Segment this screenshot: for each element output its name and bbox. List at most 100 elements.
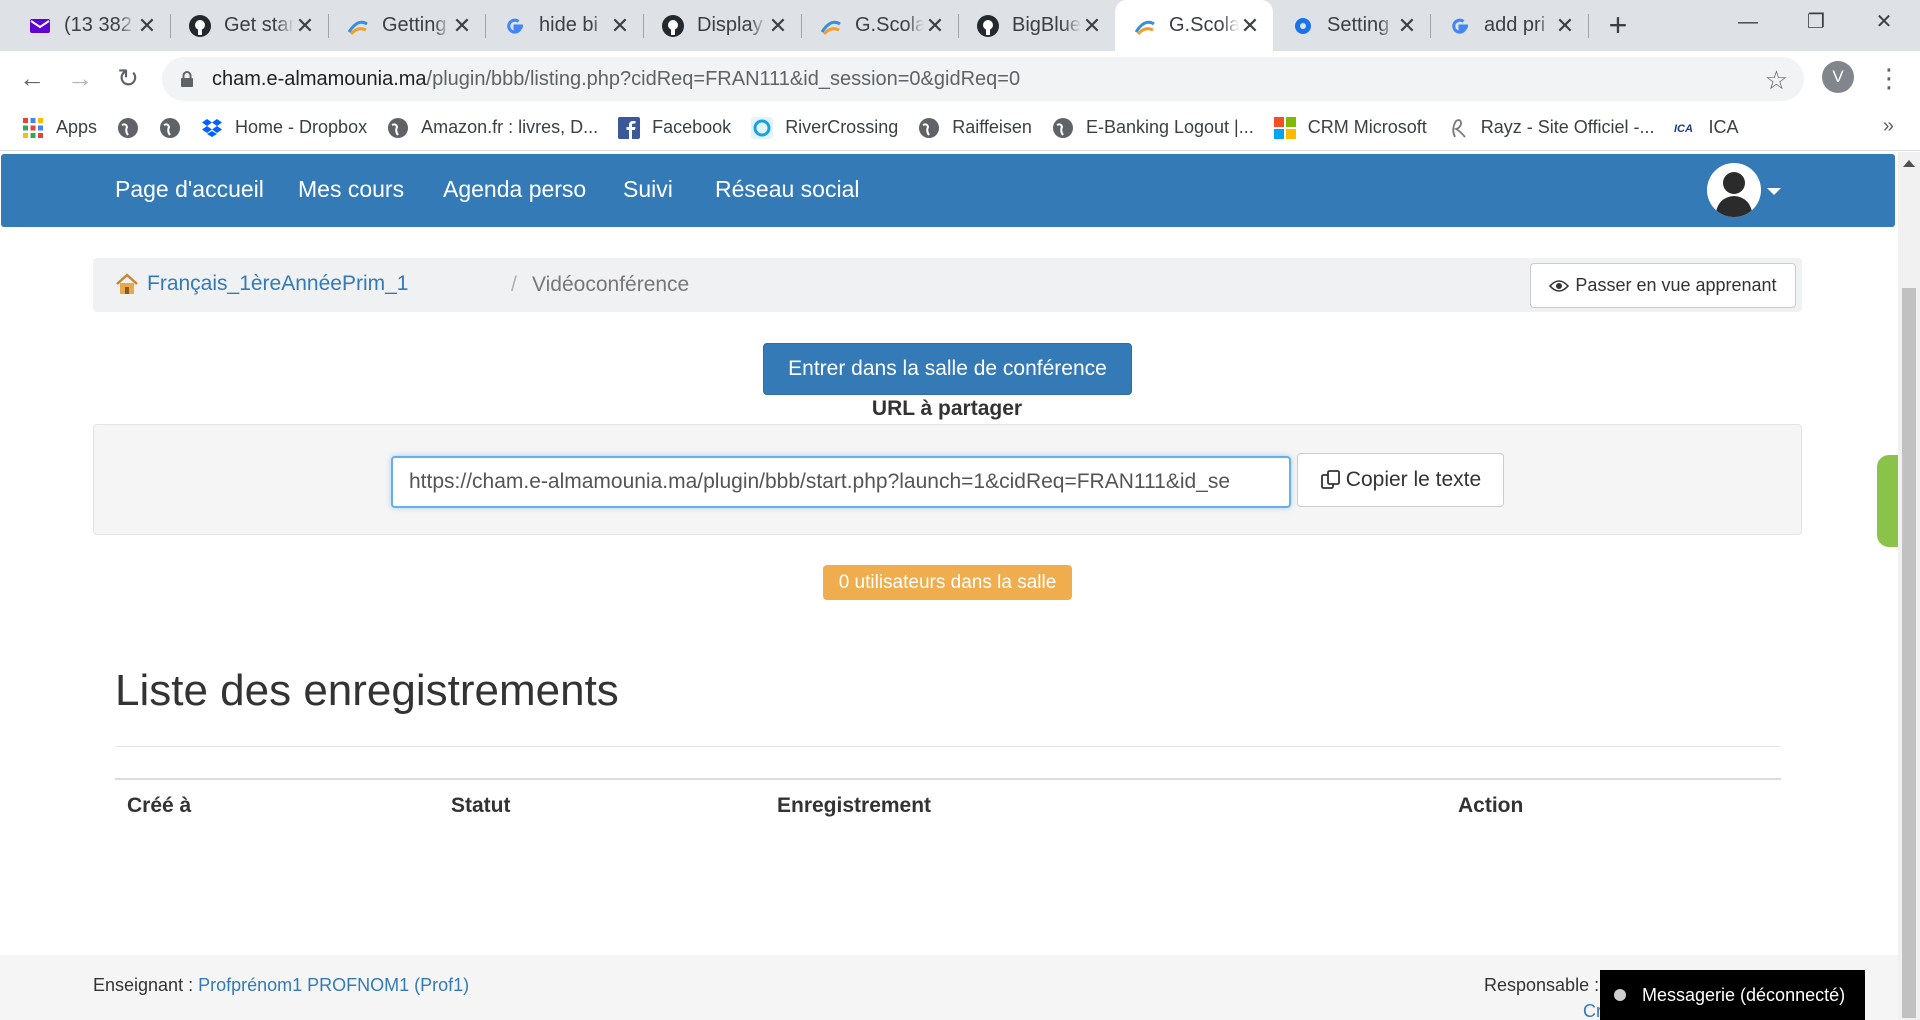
bookmark-dropbox[interactable]: Home - Dropbox [201, 117, 367, 139]
teacher-name-link[interactable]: Profprénom1 PROFNOM1 (Prof1) [198, 975, 469, 995]
bookmark-star-icon[interactable]: ☆ [1765, 65, 1788, 96]
browser-tab[interactable]: add pri ✕ [1430, 0, 1588, 51]
eye-icon [1549, 279, 1570, 292]
new-tab-button[interactable]: + [1600, 8, 1636, 44]
nav-link-home[interactable]: Page d'accueil [115, 176, 264, 203]
bookmark-raiffeisen[interactable]: Raiffeisen [918, 117, 1032, 139]
bookmark-crm-microsoft[interactable]: CRM Microsoft [1273, 116, 1427, 139]
column-header-recording: Enregistrement [777, 794, 932, 817]
bookmarks-overflow-icon[interactable]: » [1883, 115, 1894, 138]
close-icon[interactable]: ✕ [1396, 13, 1418, 39]
column-header-status: Statut [451, 794, 511, 817]
user-avatar[interactable] [1707, 163, 1761, 217]
bookmark-label: Apps [56, 117, 98, 137]
globe-icon [919, 117, 940, 138]
breadcrumb-course-link[interactable]: Français_1èreAnnéePrim_1 [115, 272, 408, 296]
apps-grid-icon [23, 117, 43, 138]
menu-icon[interactable]: ⋮ [1876, 60, 1902, 96]
bookmark-ica[interactable]: ICA ICA [1674, 117, 1738, 139]
browser-tab-active[interactable]: G.Scola ✕ [1115, 0, 1273, 51]
close-icon[interactable]: ✕ [1239, 13, 1261, 39]
close-window-button[interactable]: ✕ [1850, 0, 1918, 44]
bookmarks-bar: Apps Home - Dropbox Amazon.fr : livres, … [0, 105, 1920, 151]
close-icon[interactable]: ✕ [451, 13, 473, 39]
browser-tab[interactable]: Get star ✕ [170, 0, 328, 51]
url-host: cham.e-almamounia.ma [212, 67, 427, 90]
bookmark-globe[interactable] [117, 117, 139, 139]
bookmark-label: Raiffeisen [952, 117, 1032, 137]
bookmark-ebanking[interactable]: E-Banking Logout |... [1052, 117, 1254, 139]
close-icon[interactable]: ✕ [924, 13, 946, 39]
gscolaire-icon [347, 20, 368, 35]
minimize-button[interactable]: — [1714, 0, 1782, 44]
scroll-up-icon[interactable] [1903, 160, 1915, 167]
close-icon[interactable]: ✕ [767, 13, 789, 39]
browser-tab[interactable]: Display ✕ [643, 0, 801, 51]
bookmark-amazon[interactable]: Amazon.fr : livres, D... [387, 117, 598, 139]
microsoft-icon [1273, 116, 1296, 139]
bookmark-globe[interactable] [159, 117, 181, 139]
bookmark-rivercrossing[interactable]: RiverCrossing [751, 116, 899, 139]
browser-tab[interactable]: BigBlue ✕ [958, 0, 1115, 51]
reload-icon[interactable]: ↻ [110, 60, 146, 96]
scrollbar-thumb[interactable] [1902, 288, 1916, 1018]
tab-title: G.Scola [855, 14, 924, 36]
close-icon[interactable]: ✕ [1554, 13, 1576, 39]
close-icon[interactable]: ✕ [294, 13, 316, 39]
browser-tab[interactable]: G.Scola ✕ [801, 0, 958, 51]
nav-link-tracking[interactable]: Suivi [623, 176, 673, 203]
tab-title: G.Scola [1169, 14, 1239, 36]
bookmark-label: Amazon.fr : livres, D... [421, 117, 599, 137]
profile-avatar[interactable]: V [1822, 61, 1854, 93]
divider [115, 746, 1781, 747]
browser-tab[interactable]: (13 382 ✕ [10, 0, 170, 51]
address-bar[interactable]: cham.e-almamounia.ma/plugin/bbb/listing.… [162, 57, 1804, 101]
teacher-label: Enseignant : [93, 975, 194, 995]
breadcrumb-course-label: Français_1èreAnnéePrim_1 [147, 272, 409, 295]
bookmark-label: RiverCrossing [785, 117, 899, 137]
gscolaire-icon [1134, 20, 1155, 35]
close-icon[interactable]: ✕ [609, 13, 631, 39]
nav-link-social[interactable]: Réseau social [715, 176, 859, 203]
browser-tab[interactable]: hide bi ✕ [485, 0, 643, 51]
tab-title: Setting [1327, 14, 1390, 36]
footer-responsible-label: Responsable : [1484, 975, 1600, 995]
copy-icon [1320, 470, 1340, 489]
svg-text:ICA: ICA [1674, 123, 1693, 135]
share-url-input[interactable] [391, 456, 1291, 508]
recordings-title: Liste des enregistrements [115, 666, 619, 715]
user-silhouette-icon [1715, 172, 1753, 217]
enter-conference-button[interactable]: Entrer dans la salle de conférence [763, 343, 1132, 395]
side-feedback-tab[interactable] [1877, 455, 1898, 547]
ica-icon: ICA [1674, 123, 1693, 135]
copy-text-button[interactable]: Copier le texte [1297, 453, 1504, 507]
facebook-icon [618, 116, 641, 139]
tab-title: hide bi [539, 14, 598, 36]
lock-icon [181, 71, 193, 87]
globe-icon [1052, 117, 1073, 138]
browser-tab-strip: (13 382 ✕ Get star ✕ Getting ✕ hide bi ✕… [0, 0, 1920, 51]
chat-bar[interactable]: Messagerie (déconnecté) [1600, 970, 1865, 1020]
bookmark-apps[interactable]: Apps [22, 117, 97, 139]
nav-link-my-courses[interactable]: Mes cours [298, 176, 404, 203]
page-scrollbar[interactable] [1898, 152, 1920, 1020]
share-url-label: URL à partager [871, 397, 1023, 420]
forward-arrow-icon[interactable]: → [62, 60, 98, 96]
browser-toolbar: ← → ↻ cham.e-almamounia.ma/plugin/bbb/li… [0, 51, 1920, 105]
users-in-room-badge: 0 utilisateurs dans la salle [823, 565, 1072, 600]
globe-icon [118, 117, 139, 138]
learner-view-button[interactable]: Passer en vue apprenant [1530, 263, 1796, 308]
globe-icon [388, 117, 409, 138]
restore-button[interactable]: ❐ [1782, 0, 1850, 44]
browser-tab[interactable]: Setting ✕ [1273, 0, 1430, 51]
back-arrow-icon[interactable]: ← [14, 60, 50, 96]
yahoo-mail-icon [30, 18, 50, 33]
nav-link-agenda[interactable]: Agenda perso [443, 176, 586, 203]
chevron-down-icon[interactable] [1767, 188, 1781, 195]
close-icon[interactable]: ✕ [1081, 13, 1103, 39]
bookmark-rayz[interactable]: Rayz - Site Officiel -... [1447, 117, 1654, 139]
tab-title: Get star [224, 14, 294, 36]
close-icon[interactable]: ✕ [136, 13, 158, 39]
browser-tab[interactable]: Getting ✕ [328, 0, 485, 51]
bookmark-facebook[interactable]: Facebook [618, 116, 731, 139]
